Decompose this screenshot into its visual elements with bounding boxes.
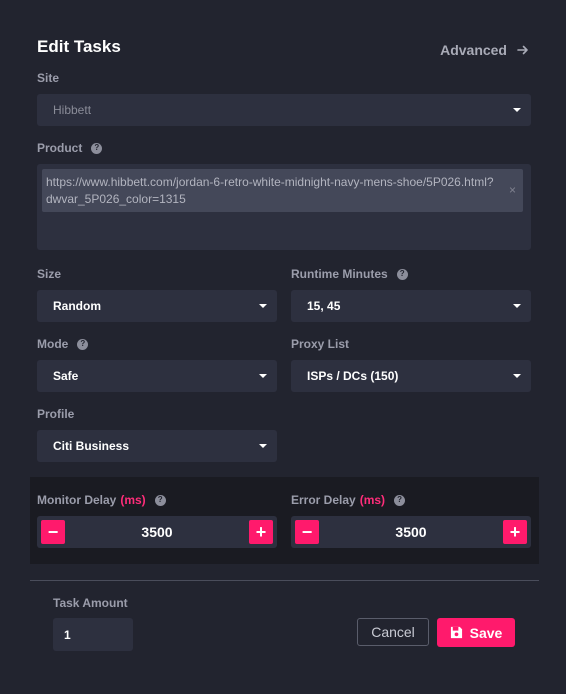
monitor-delay-value[interactable]: 3500 [67, 516, 247, 548]
cancel-button[interactable]: Cancel [357, 618, 429, 646]
error-delay-stepper[interactable]: − 3500 + [291, 516, 531, 548]
mode-value: Safe [53, 369, 79, 383]
mode-label: Mode ? [37, 337, 89, 351]
size-select[interactable]: Random [37, 290, 277, 322]
arrow-right-icon [517, 45, 528, 55]
increment-button[interactable]: + [503, 520, 527, 544]
caret-down-icon [259, 304, 267, 308]
task-amount-label: Task Amount [53, 596, 128, 610]
profile-select[interactable]: Citi Business [37, 430, 277, 462]
proxy-label: Proxy List [291, 337, 350, 351]
runtime-select[interactable]: 15, 45 [291, 290, 531, 322]
runtime-label: Runtime Minutes ? [291, 267, 408, 281]
monitor-delay-label: Monitor Delay (ms) ? [37, 493, 166, 507]
site-select[interactable]: Hibbett [37, 94, 531, 126]
help-icon[interactable]: ? [77, 338, 89, 350]
caret-down-icon [513, 304, 521, 308]
product-tag-text: https://www.hibbett.com/jordan-6-retro-w… [46, 175, 494, 206]
caret-down-icon [259, 444, 267, 448]
size-value: Random [53, 299, 101, 313]
proxy-select[interactable]: ISPs / DCs (150) [291, 360, 531, 392]
help-icon[interactable]: ? [396, 268, 408, 280]
caret-down-icon [513, 108, 521, 112]
monitor-delay-unit: (ms) [120, 493, 146, 507]
save-label: Save [469, 624, 503, 641]
help-icon[interactable]: ? [91, 142, 103, 154]
runtime-value: 15, 45 [307, 299, 341, 313]
advanced-link[interactable]: Advanced [440, 42, 529, 58]
size-label: Size [37, 267, 62, 281]
save-icon [450, 626, 462, 639]
caret-down-icon [513, 374, 521, 378]
help-icon[interactable]: ? [394, 494, 406, 506]
error-delay-unit: (ms) [359, 493, 386, 507]
error-delay-value[interactable]: 3500 [321, 516, 501, 548]
task-amount-input[interactable] [53, 618, 133, 651]
site-value: Hibbett [53, 103, 92, 117]
save-button[interactable]: Save [437, 618, 515, 647]
monitor-delay-stepper[interactable]: − 3500 + [37, 516, 277, 548]
close-icon[interactable]: × [509, 182, 516, 199]
divider [30, 580, 539, 581]
edit-tasks-modal: Edit Tasks Advanced Site Hibbett Product… [0, 0, 566, 694]
profile-value: Citi Business [53, 439, 130, 453]
error-delay-label: Error Delay (ms) ? [291, 493, 406, 507]
modal-title: Edit Tasks [37, 37, 121, 56]
product-input[interactable]: https://www.hibbett.com/jordan-6-retro-w… [37, 164, 531, 250]
increment-button[interactable]: + [249, 520, 273, 544]
site-label: Site [37, 71, 60, 85]
decrement-button[interactable]: − [295, 520, 319, 544]
advanced-label: Advanced [440, 42, 507, 58]
product-tag: https://www.hibbett.com/jordan-6-retro-w… [42, 169, 523, 212]
mode-select[interactable]: Safe [37, 360, 277, 392]
decrement-button[interactable]: − [41, 520, 65, 544]
profile-label: Profile [37, 407, 75, 421]
caret-down-icon [259, 374, 267, 378]
help-icon[interactable]: ? [154, 494, 166, 506]
product-label: Product ? [37, 141, 103, 155]
proxy-value: ISPs / DCs (150) [307, 369, 399, 383]
